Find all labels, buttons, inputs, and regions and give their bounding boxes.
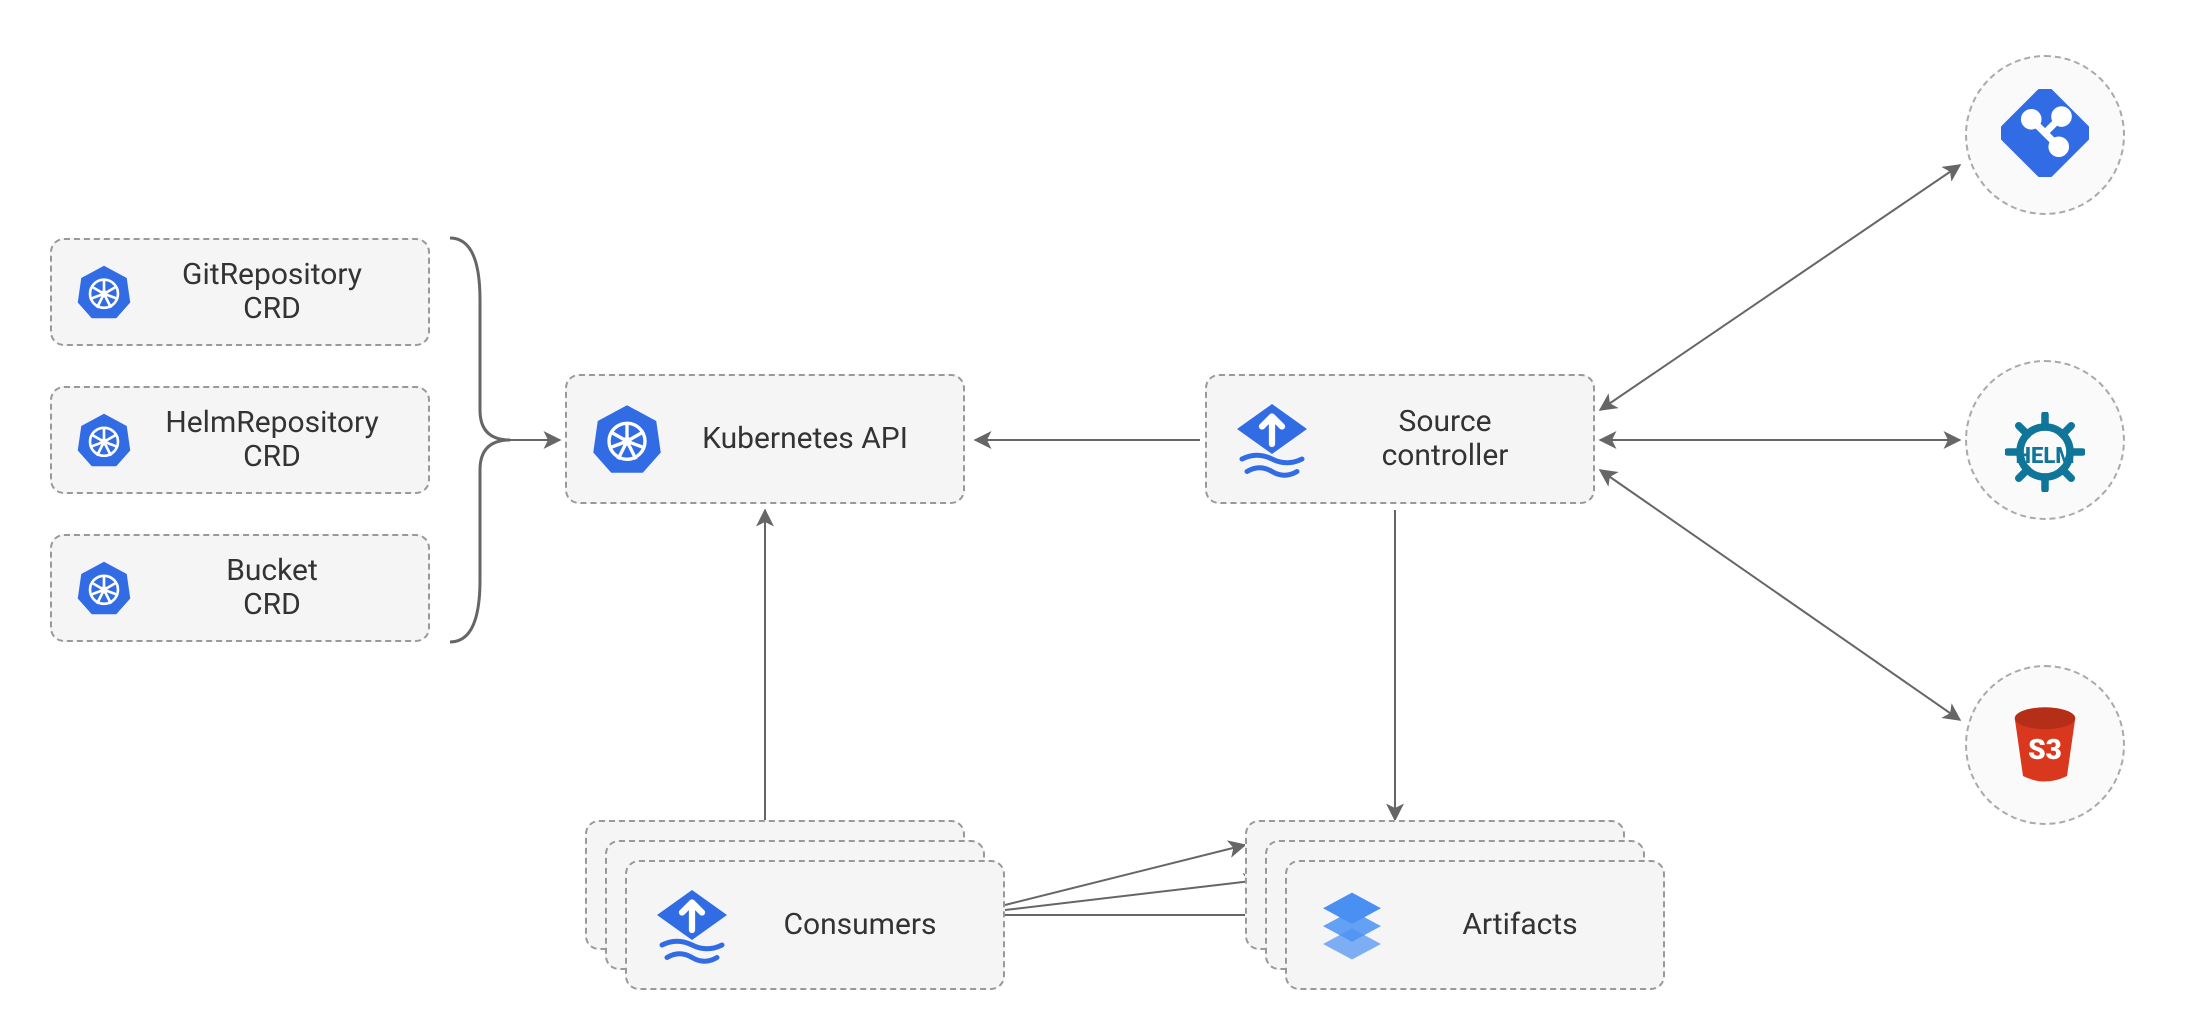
git-icon — [2001, 89, 2089, 181]
crd-brace — [450, 238, 510, 642]
node-consumers: Consumers — [625, 860, 1005, 990]
node-gitrepository-crd: GitRepositoryCRD — [50, 238, 430, 346]
artifacts-label: Artifacts — [1397, 908, 1663, 943]
connectors-layer — [0, 0, 2196, 1030]
kubernetes-icon — [587, 407, 667, 471]
external-s3: S3 — [1965, 665, 2125, 825]
kubernetes-icon — [72, 408, 136, 472]
node-artifacts: Artifacts — [1285, 860, 1665, 990]
node-source-controller: Sourcecontroller — [1205, 374, 1595, 504]
node-kubernetes-api: Kubernetes API — [565, 374, 965, 504]
consumers-label: Consumers — [737, 908, 1003, 943]
s3-bucket-icon: S3 — [2001, 699, 2089, 791]
flux-icon — [647, 893, 737, 957]
bucket-crd-label: BucketCRD — [136, 554, 428, 623]
layers-icon — [1307, 893, 1397, 957]
node-helmrepository-crd: HelmRepositoryCRD — [50, 386, 430, 494]
external-git — [1965, 55, 2125, 215]
external-helm: HELM — [1965, 360, 2125, 520]
kubernetes-api-label: Kubernetes API — [667, 422, 963, 457]
node-bucket-crd: BucketCRD — [50, 534, 430, 642]
source-controller-label: Sourcecontroller — [1317, 405, 1593, 474]
arrow-source-git — [1600, 165, 1960, 410]
helmrepository-crd-label: HelmRepositoryCRD — [136, 406, 428, 475]
kubernetes-icon — [72, 260, 136, 324]
gitrepository-crd-label: GitRepositoryCRD — [136, 258, 428, 327]
kubernetes-icon — [72, 556, 136, 620]
helm-icon: HELM — [2005, 412, 2085, 469]
flux-icon — [1227, 407, 1317, 471]
arrow-source-s3 — [1600, 470, 1960, 720]
